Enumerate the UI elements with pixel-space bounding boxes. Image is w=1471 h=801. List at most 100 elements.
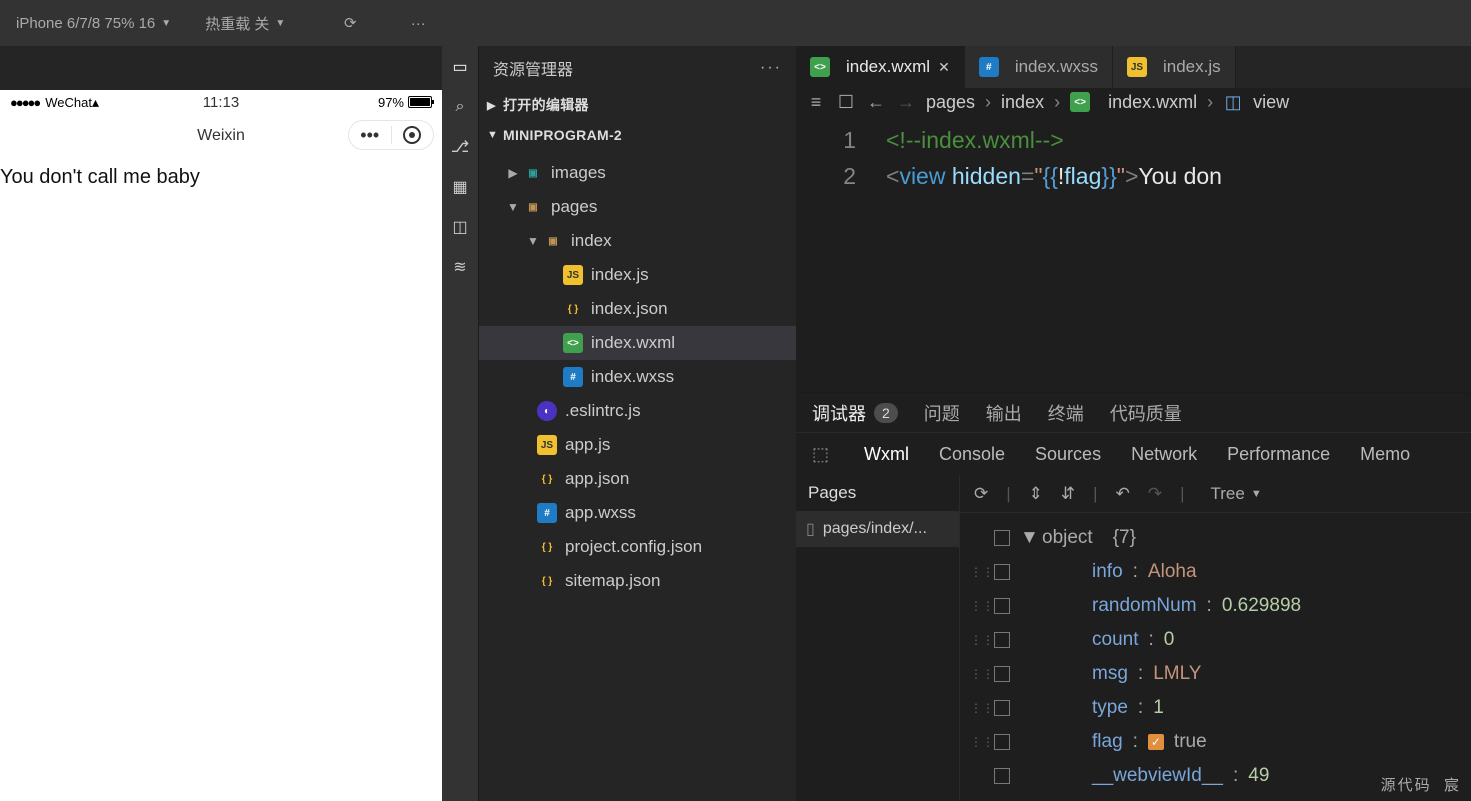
file-app-wxss[interactable]: # app.wxss — [479, 496, 796, 530]
page-content: You don't call me baby — [0, 158, 442, 189]
panel-tab-codequality[interactable]: 代码质量 — [1110, 400, 1182, 426]
panel-tab-problems[interactable]: 问题 — [924, 400, 960, 426]
chevron-right-icon: › — [1207, 92, 1213, 113]
symbol-icon: ◫ — [1223, 92, 1243, 113]
breadcrumb-item[interactable]: index.wxml — [1108, 92, 1197, 113]
breadcrumb-item[interactable]: pages — [926, 92, 975, 113]
tree-prop-flag[interactable]: ⋮⋮ flag : ✓ true — [970, 725, 1461, 759]
redo-icon[interactable]: ↷ — [1148, 484, 1162, 504]
forward-icon[interactable]: → — [896, 92, 916, 113]
expand-icon[interactable]: ⇵ — [1061, 484, 1075, 504]
devtools-tab-memory[interactable]: Memo — [1360, 444, 1410, 465]
folder-label: images — [551, 163, 796, 183]
open-editors-section[interactable]: ▶ 打开的编辑器 — [479, 90, 796, 120]
tree-prop-randomnum[interactable]: ⋮⋮ randomNum : 0.629898 — [970, 589, 1461, 623]
file-app-json[interactable]: { } app.json — [479, 462, 796, 496]
device-selector[interactable]: iPhone 6/7/8 75% 16 ▼ — [8, 11, 179, 36]
branch-icon[interactable]: ⎇ — [449, 136, 471, 158]
folder-images[interactable]: ▶ ▣ images — [479, 156, 796, 190]
drag-icon[interactable]: ⋮⋮ — [970, 691, 984, 725]
inspect-icon[interactable]: ⬚ — [812, 444, 834, 465]
folder-icon: ▣ — [543, 231, 563, 251]
file-app-js[interactable]: JS app.js — [479, 428, 796, 462]
panel-tab-terminal[interactable]: 终端 — [1048, 400, 1084, 426]
project-section[interactable]: ▼ MINIPROGRAM-2 — [479, 120, 796, 150]
back-icon[interactable]: ← — [866, 92, 886, 113]
project-name: MINIPROGRAM-2 — [503, 127, 622, 143]
checkbox-checked-icon[interactable]: ✓ — [1148, 734, 1164, 750]
file-index-json[interactable]: { } index.json — [479, 292, 796, 326]
folder-icon: ▣ — [523, 197, 543, 217]
devtools-tab-console[interactable]: Console — [939, 444, 1005, 465]
folder-index[interactable]: ▼ ▣ index — [479, 224, 796, 258]
view-mode-selector[interactable]: Tree ▼ — [1211, 484, 1262, 504]
list-icon[interactable]: ≡ — [806, 92, 826, 113]
capsule-menu-button[interactable]: ••• — [349, 125, 391, 146]
devtools-tab-network[interactable]: Network — [1131, 444, 1197, 465]
undo-icon[interactable]: ↶ — [1116, 484, 1130, 504]
docker-icon[interactable]: ≋ — [449, 256, 471, 278]
tree-prop-msg[interactable]: ⋮⋮ msg : LMLY — [970, 657, 1461, 691]
panel-tabs: 调试器 2 问题 输出 终端 代码质量 — [796, 392, 1471, 432]
panel-tab-output[interactable]: 输出 — [986, 400, 1022, 426]
chevron-down-icon: ▼ — [523, 234, 543, 248]
extensions-icon[interactable]: ▦ — [449, 176, 471, 198]
capsule-close-button[interactable] — [392, 126, 434, 144]
json-file-icon: { } — [537, 537, 557, 557]
file-sitemap[interactable]: { } sitemap.json — [479, 564, 796, 598]
object-count: {7} — [1113, 521, 1136, 555]
refresh-icon[interactable]: ⟳ — [339, 12, 361, 34]
code-text: <!--index.wxml--> — [886, 122, 1064, 158]
folder-label: pages — [551, 197, 796, 217]
close-icon[interactable]: ✕ — [938, 59, 950, 76]
collapse-icon[interactable]: ⇕ — [1029, 484, 1043, 504]
chevron-right-icon: ▶ — [487, 99, 503, 112]
page-path-row[interactable]: ▯ pages/index/... — [796, 511, 959, 547]
breadcrumb-item[interactable]: index — [1001, 92, 1044, 113]
bookmark-icon[interactable]: ☐ — [836, 92, 856, 113]
tree-prop-info[interactable]: ⋮⋮ info : Aloha — [970, 555, 1461, 589]
tree-node-object[interactable]: ▼ object {7} — [970, 521, 1461, 555]
chevron-down-icon: ▼ — [503, 200, 523, 214]
drag-icon[interactable]: ⋮⋮ — [970, 623, 984, 657]
devtools-data-pane: ⟳ | ⇕ ⇵ | ↶ ↷ | Tree ▼ — [960, 475, 1471, 801]
files-icon[interactable]: ▭ — [449, 56, 471, 78]
box-icon — [994, 768, 1010, 784]
code-editor[interactable]: 1 <!--index.wxml--> 2 <view hidden="{{!f… — [796, 116, 1471, 194]
folder-pages[interactable]: ▼ ▣ pages — [479, 190, 796, 224]
devtools-tab-wxml[interactable]: Wxml — [864, 444, 909, 465]
drag-icon[interactable]: ⋮⋮ — [970, 657, 984, 691]
split-icon[interactable]: ◫ — [449, 216, 471, 238]
file-index-wxml[interactable]: <> index.wxml — [479, 326, 796, 360]
tree-prop-count[interactable]: ⋮⋮ count : 0 — [970, 623, 1461, 657]
explorer-more-button[interactable]: ··· — [760, 59, 782, 77]
drag-icon[interactable]: ⋮⋮ — [970, 589, 984, 623]
line-number: 1 — [796, 122, 886, 158]
devtools-tab-sources[interactable]: Sources — [1035, 444, 1101, 465]
view-mode-label: Tree — [1211, 484, 1245, 504]
tab-index-wxml[interactable]: <> index.wxml ✕ — [796, 46, 965, 88]
hot-reload-toggle[interactable]: 热重载 关 ▼ — [197, 9, 293, 38]
tab-index-js[interactable]: JS index.js — [1113, 46, 1236, 88]
tree-prop-type[interactable]: ⋮⋮ type : 1 — [970, 691, 1461, 725]
panel-tab-debugger[interactable]: 调试器 2 — [812, 400, 898, 426]
drag-icon[interactable]: ⋮⋮ — [970, 555, 984, 589]
file-index-js[interactable]: JS index.js — [479, 258, 796, 292]
title-bar: iPhone 6/7/8 75% 16 ▼ 热重载 关 ▼ ⟳ ··· — [0, 0, 1471, 46]
search-icon[interactable]: ⌕ — [449, 96, 471, 118]
tab-index-wxss[interactable]: # index.wxss — [965, 46, 1113, 88]
folder-label: index — [571, 231, 796, 251]
wifi-icon: ▴ — [92, 94, 99, 111]
battery-icon — [408, 96, 432, 108]
explorer-title: 资源管理器 — [493, 56, 573, 80]
refresh-icon[interactable]: ⟳ — [974, 484, 988, 504]
carrier-label: WeChat — [45, 95, 92, 110]
file-index-wxss[interactable]: # index.wxss — [479, 360, 796, 394]
breadcrumb-item[interactable]: view — [1253, 92, 1289, 113]
drag-icon[interactable]: ⋮⋮ — [970, 725, 984, 759]
devtools-tab-performance[interactable]: Performance — [1227, 444, 1330, 465]
more-icon[interactable]: ··· — [407, 12, 429, 34]
explorer-pane: 资源管理器 ··· ▶ 打开的编辑器 ▼ MINIPROGRAM-2 ▶ ▣ i… — [478, 46, 796, 801]
file-eslintrc[interactable]: ◐ .eslintrc.js — [479, 394, 796, 428]
file-project-config[interactable]: { } project.config.json — [479, 530, 796, 564]
